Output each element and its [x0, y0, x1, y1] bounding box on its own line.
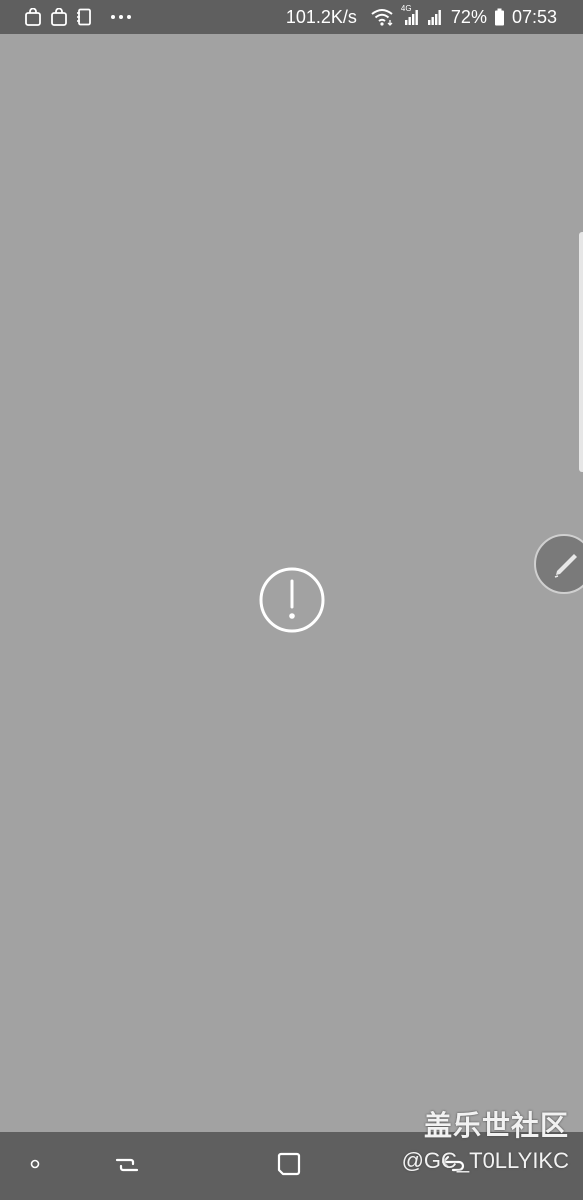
recent-apps-icon — [113, 1152, 141, 1181]
signal-icon — [426, 8, 444, 26]
edge-panel-handle[interactable] — [579, 232, 583, 472]
signal-label: 4G — [400, 4, 412, 13]
system-status: 101.2K/s 4G 72% 07:53 — [286, 0, 557, 34]
notification-icons — [24, 7, 132, 27]
watermark-title: 盖乐世社区 — [423, 1110, 569, 1141]
bag-icon — [50, 8, 68, 26]
home-square-icon — [276, 1151, 302, 1182]
battery-percent: 72% — [450, 6, 487, 27]
wifi-icon — [370, 8, 394, 26]
signal-4g-icon: 4G — [401, 4, 419, 26]
error-exclamation-icon — [259, 567, 325, 633]
watermark-handle: @GC_T0LLYIKC — [401, 1148, 569, 1173]
status-time: 07:53 — [511, 6, 557, 27]
battery-icon — [494, 8, 505, 26]
notebook-icon — [76, 8, 92, 26]
home-dot-icon — [29, 1157, 41, 1175]
more-dots-icon — [110, 14, 132, 20]
home-button[interactable] — [266, 1132, 312, 1200]
recent-apps-button[interactable] — [104, 1132, 150, 1200]
bag-icon — [24, 8, 42, 26]
network-speed: 101.2K/s — [285, 6, 357, 27]
status-bar: 101.2K/s 4G 72% 07:53 — [0, 0, 583, 34]
home-dot-button[interactable] — [20, 1132, 50, 1200]
